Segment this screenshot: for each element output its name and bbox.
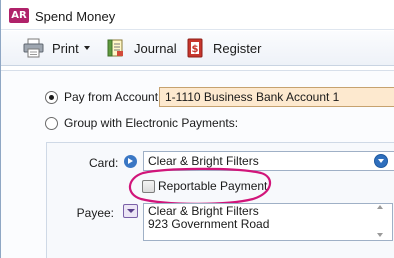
svg-text:$: $ bbox=[192, 44, 199, 55]
journal-label: Journal bbox=[134, 40, 177, 56]
scroll-up-arrow-icon[interactable] bbox=[377, 205, 383, 209]
payee-label: Payee: bbox=[76, 206, 114, 220]
journal-icon bbox=[105, 38, 127, 58]
pay-from-account-label: Pay from Account: bbox=[64, 90, 162, 104]
group-electronic-payments-label: Group with Electronic Payments: bbox=[64, 116, 239, 130]
highlight-ellipse-annotation bbox=[128, 167, 271, 205]
pay-from-account-field[interactable]: 1-1110 Business Bank Account 1 bbox=[159, 87, 394, 107]
payee-dropdown-chevron-icon[interactable] bbox=[123, 204, 138, 218]
payee-address-field[interactable]: Clear & Bright Filters 923 Government Ro… bbox=[143, 203, 393, 241]
register-icon: $ bbox=[184, 38, 206, 58]
chevron-down-icon[interactable] bbox=[83, 46, 90, 50]
group-electronic-payments-option[interactable]: Group with Electronic Payments: bbox=[45, 116, 238, 130]
window-title: Spend Money bbox=[35, 9, 116, 24]
register-button[interactable]: $ Register bbox=[184, 37, 261, 59]
scroll-down-arrow-icon[interactable] bbox=[377, 233, 383, 237]
journal-button[interactable]: Journal bbox=[105, 37, 177, 59]
print-button[interactable]: Print bbox=[23, 37, 90, 59]
group-electronic-payments-radio[interactable] bbox=[45, 116, 58, 130]
spend-money-window: AR Spend Money Print Journal $ Register … bbox=[0, 0, 394, 258]
print-label: Print bbox=[52, 40, 79, 56]
payee-address-line-2: 923 Government Road bbox=[148, 217, 270, 231]
toolbar: Print Journal $ Register bbox=[1, 31, 394, 66]
title-bar: AR Spend Money bbox=[1, 0, 394, 30]
app-logo: AR bbox=[9, 8, 29, 23]
register-label: Register bbox=[213, 40, 262, 56]
pay-from-account-option[interactable]: Pay from Account: bbox=[45, 90, 161, 104]
pay-from-account-radio[interactable] bbox=[45, 90, 58, 104]
printer-icon bbox=[23, 38, 45, 58]
card-dropdown-chevron-icon[interactable] bbox=[374, 154, 388, 168]
card-label: Card: bbox=[89, 156, 119, 170]
